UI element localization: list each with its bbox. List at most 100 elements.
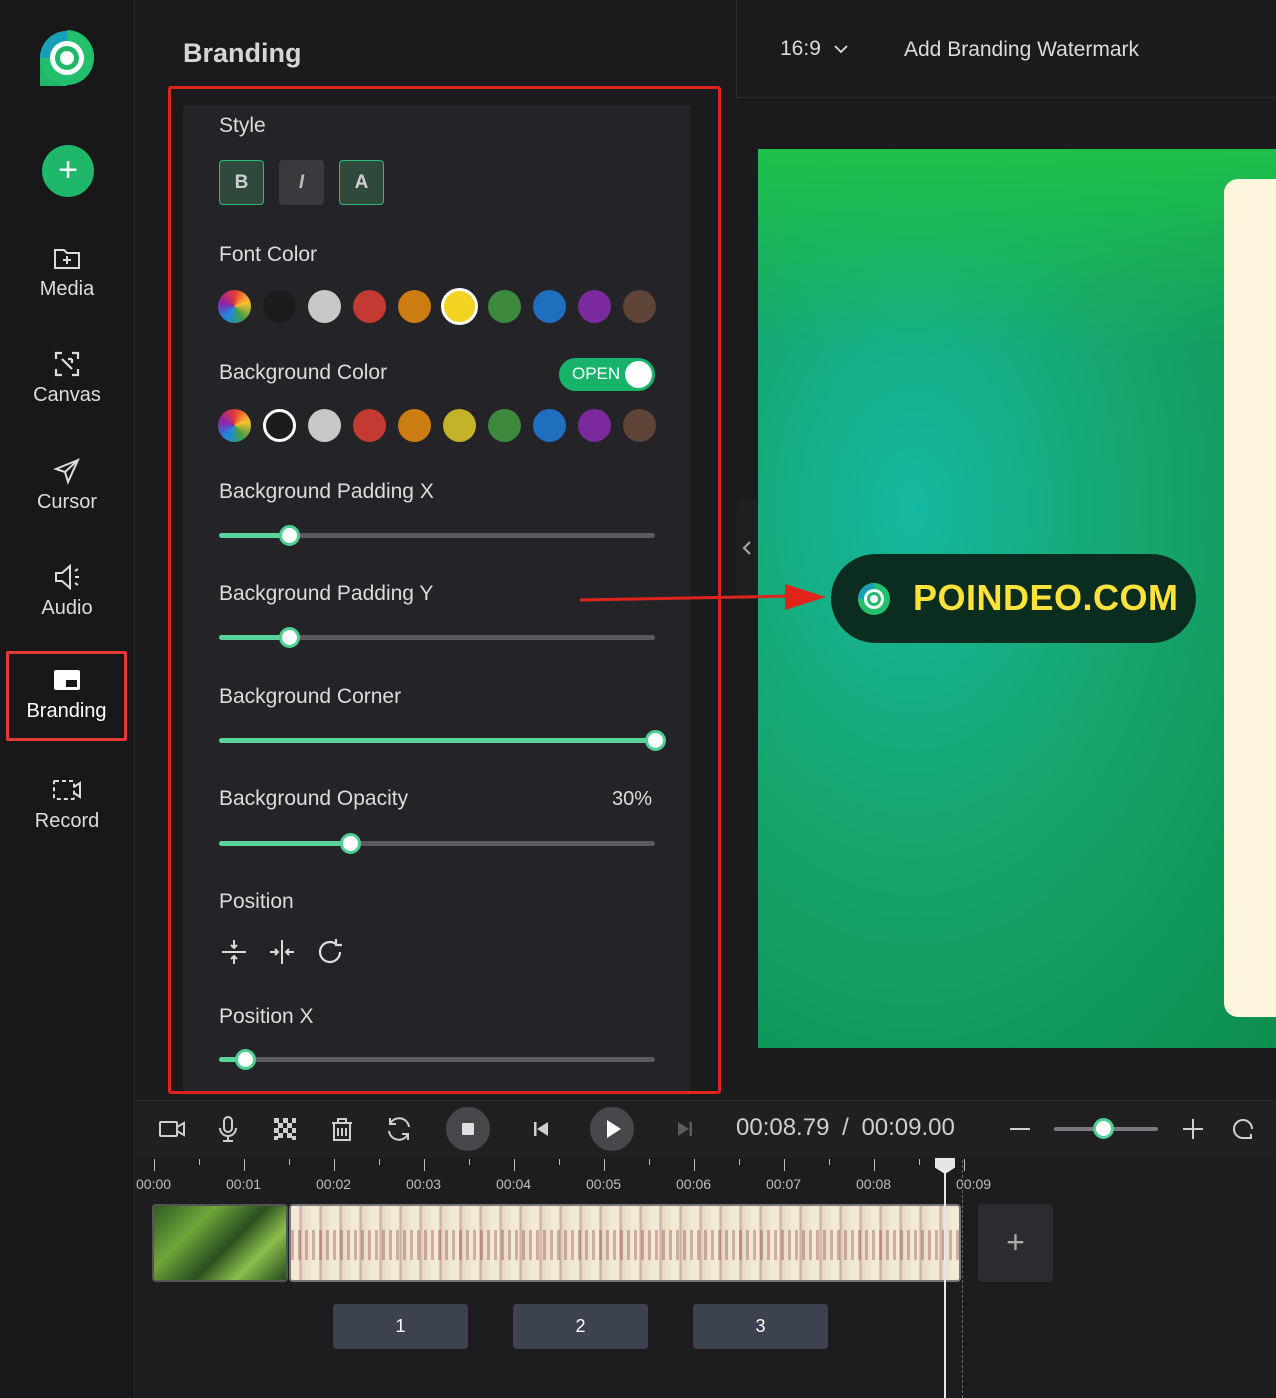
background-color-label: Background Color bbox=[219, 361, 388, 384]
left-nav: + Media Canvas Cursor Audio Branding Rec… bbox=[0, 0, 135, 1398]
padding-x-slider[interactable] bbox=[219, 525, 655, 546]
color-swatch[interactable] bbox=[441, 288, 478, 325]
nav-item-media[interactable]: Media bbox=[8, 232, 126, 318]
ruler-label: 00:01 bbox=[226, 1176, 262, 1192]
video-clip-1[interactable] bbox=[152, 1204, 288, 1282]
camera-icon[interactable] bbox=[157, 1114, 187, 1144]
folder-plus-icon bbox=[54, 249, 80, 269]
ruler-label: 00:00 bbox=[136, 1176, 172, 1192]
color-swatch[interactable] bbox=[218, 290, 251, 323]
ruler-label: 00:04 bbox=[496, 1176, 532, 1192]
ruler-label: 00:08 bbox=[856, 1176, 892, 1192]
reset-icon[interactable] bbox=[314, 936, 346, 968]
toggle-knob bbox=[625, 361, 652, 388]
color-swatch[interactable] bbox=[398, 290, 431, 323]
color-swatch[interactable] bbox=[578, 409, 611, 442]
fit-timeline-icon[interactable] bbox=[1228, 1114, 1258, 1144]
nav-item-audio[interactable]: Audio bbox=[8, 551, 126, 637]
position-x-label: Position X bbox=[219, 1005, 314, 1028]
color-swatch[interactable] bbox=[623, 290, 656, 323]
position-x-slider[interactable] bbox=[219, 1049, 655, 1070]
align-horizontal-center-icon[interactable] bbox=[266, 936, 298, 968]
rotate-icon[interactable] bbox=[384, 1114, 414, 1144]
nav-label-branding: Branding bbox=[26, 700, 107, 722]
padding-y-slider[interactable] bbox=[219, 627, 655, 648]
color-swatch[interactable] bbox=[263, 290, 296, 323]
branding-watermark[interactable]: POINDEO.COM bbox=[831, 554, 1196, 643]
nav-item-canvas[interactable]: Canvas bbox=[8, 338, 126, 424]
color-swatch[interactable] bbox=[533, 290, 566, 323]
ruler-tick bbox=[244, 1159, 245, 1171]
ruler-label: 00:05 bbox=[586, 1176, 622, 1192]
page-button-1[interactable]: 1 bbox=[333, 1304, 468, 1349]
zoom-out-icon[interactable] bbox=[1005, 1114, 1035, 1144]
slider-knob[interactable] bbox=[339, 833, 361, 854]
cursor-icon bbox=[53, 458, 80, 485]
record-icon bbox=[53, 780, 81, 800]
color-swatch[interactable] bbox=[308, 290, 341, 323]
skip-back-icon[interactable] bbox=[526, 1114, 556, 1144]
skip-forward-icon[interactable] bbox=[670, 1114, 700, 1144]
app-logo bbox=[40, 30, 94, 86]
color-swatch[interactable] bbox=[578, 290, 611, 323]
ruler-minor-tick bbox=[469, 1159, 470, 1165]
color-swatch[interactable] bbox=[533, 409, 566, 442]
stop-icon bbox=[462, 1123, 474, 1135]
delete-icon[interactable] bbox=[327, 1114, 357, 1144]
style-label: Style bbox=[219, 114, 266, 137]
add-clip-button[interactable]: + bbox=[978, 1204, 1053, 1282]
color-swatch[interactable] bbox=[353, 290, 386, 323]
zoom-in-icon[interactable] bbox=[1178, 1114, 1208, 1144]
ruler-label: 00:02 bbox=[316, 1176, 352, 1192]
color-swatch[interactable] bbox=[353, 409, 386, 442]
nav-label-cursor: Cursor bbox=[36, 491, 97, 513]
all-caps-button[interactable]: A bbox=[339, 160, 384, 205]
corner-slider[interactable] bbox=[219, 730, 666, 751]
slider-knob[interactable] bbox=[278, 627, 300, 648]
color-swatch[interactable] bbox=[218, 409, 251, 442]
nav-label-record: Record bbox=[34, 810, 100, 832]
slider-knob[interactable] bbox=[278, 525, 300, 546]
color-swatch[interactable] bbox=[308, 409, 341, 442]
nav-item-branding[interactable]: Branding bbox=[6, 651, 127, 741]
ruler-minor-tick bbox=[829, 1159, 830, 1165]
color-swatch[interactable] bbox=[443, 409, 476, 442]
color-swatch[interactable] bbox=[398, 409, 431, 442]
color-swatch[interactable] bbox=[263, 409, 296, 442]
ruler-minor-tick bbox=[649, 1159, 650, 1165]
preview-content-card bbox=[1224, 179, 1276, 1017]
ruler-tick bbox=[694, 1159, 695, 1171]
play-icon bbox=[607, 1120, 621, 1138]
corner-label: Background Corner bbox=[219, 685, 402, 708]
zoom-slider-knob[interactable] bbox=[1093, 1118, 1114, 1139]
opacity-slider[interactable] bbox=[219, 833, 655, 854]
position-label: Position bbox=[219, 890, 294, 913]
nav-item-cursor[interactable]: Cursor bbox=[8, 445, 126, 531]
padding-x-label: Background Padding X bbox=[219, 480, 434, 503]
add-button[interactable]: + bbox=[42, 145, 94, 197]
page-button-2[interactable]: 2 bbox=[513, 1304, 648, 1349]
nav-item-record[interactable]: Record bbox=[8, 764, 126, 850]
slider-fill bbox=[219, 841, 350, 846]
align-vertical-center-icon[interactable] bbox=[218, 936, 250, 968]
slider-knob[interactable] bbox=[645, 730, 666, 751]
branding-icon bbox=[53, 670, 80, 690]
background-color-toggle[interactable]: OPEN bbox=[559, 358, 655, 391]
color-swatch[interactable] bbox=[488, 409, 521, 442]
aspect-ratio-dropdown[interactable]: 16:9 bbox=[780, 37, 849, 61]
page-button-3[interactable]: 3 bbox=[693, 1304, 828, 1349]
playhead[interactable] bbox=[944, 1160, 946, 1398]
italic-button[interactable]: I bbox=[279, 160, 324, 205]
mosaic-icon[interactable] bbox=[270, 1114, 300, 1144]
color-swatch[interactable] bbox=[623, 409, 656, 442]
stop-button[interactable] bbox=[446, 1107, 490, 1151]
speaker-icon bbox=[55, 563, 79, 591]
video-clip-2[interactable] bbox=[289, 1204, 961, 1282]
ruler-label: 00:06 bbox=[676, 1176, 712, 1192]
color-swatch[interactable] bbox=[488, 290, 521, 323]
bold-button[interactable]: B bbox=[219, 160, 264, 205]
timecode: 00:08.79 / 00:09.00 bbox=[736, 1114, 955, 1142]
slider-knob[interactable] bbox=[235, 1049, 257, 1070]
microphone-icon[interactable] bbox=[213, 1114, 243, 1144]
play-button[interactable] bbox=[590, 1107, 634, 1151]
